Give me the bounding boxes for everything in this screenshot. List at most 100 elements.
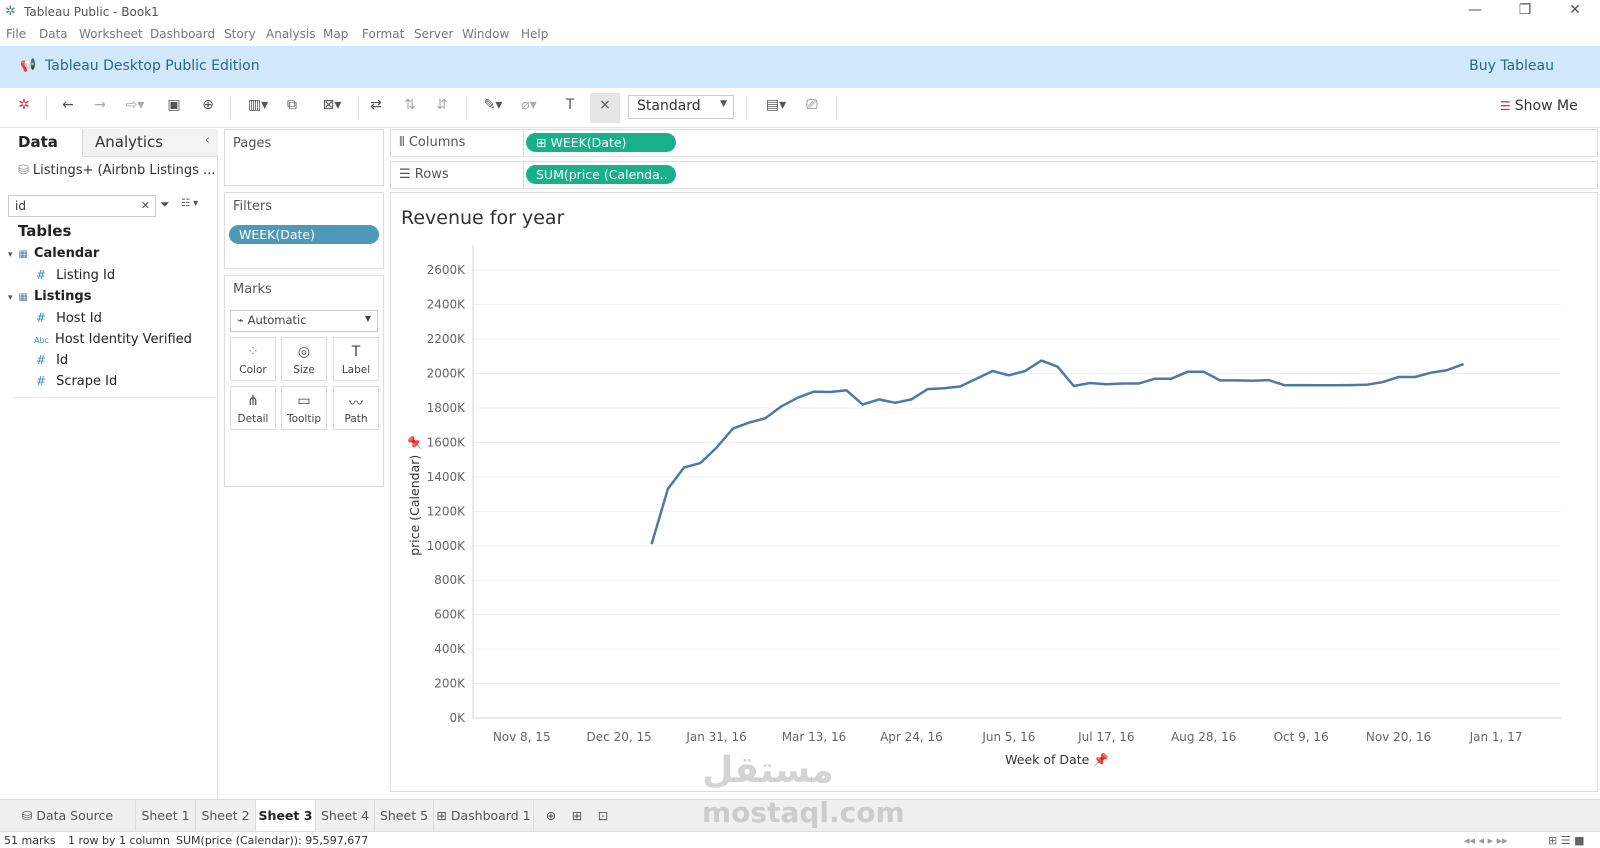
restore-icon[interactable]: ❐: [1510, 2, 1540, 22]
pages-shelf[interactable]: Pages: [224, 129, 384, 186]
highlight-icon[interactable]: ✎▾: [478, 97, 508, 119]
menu-analysis[interactable]: Analysis: [266, 27, 315, 41]
menu-worksheet[interactable]: Worksheet: [79, 27, 143, 41]
new-dashboard-tab-icon[interactable]: ⊞: [566, 800, 588, 831]
show-me-button[interactable]: ☰ Show Me: [1500, 98, 1578, 114]
menu-help[interactable]: Help: [521, 27, 548, 41]
worksheet-view[interactable]: Revenue for year 0K 200K 400K 600K 800K 1000K…: [390, 192, 1598, 792]
save-icon[interactable]: ▣: [164, 97, 184, 119]
tab-sheet-4[interactable]: Sheet 4: [316, 800, 375, 831]
fit-dropdown[interactable]: Standard ▼: [628, 95, 734, 119]
detail-label: Detail: [237, 413, 269, 425]
replay-icon[interactable]: ⇨▾: [122, 97, 148, 119]
tab-data-source[interactable]: ⛁ Data Source: [0, 800, 136, 831]
field-host-identity-verified[interactable]: Abc Host Identity Verified: [34, 332, 192, 347]
columns-pill-week-date[interactable]: ⊞ WEEK(Date): [526, 133, 676, 152]
tab-dashboard-1[interactable]: ⊞ Dashboard 1: [434, 800, 534, 831]
menu-story[interactable]: Story: [224, 27, 256, 41]
new-worksheet-tab-icon[interactable]: ⊕: [540, 800, 562, 831]
y-tick-label: 2600K: [427, 263, 467, 277]
field-scrape-id[interactable]: # Scrape Id: [36, 374, 117, 389]
clear-search-icon[interactable]: ✕: [141, 199, 150, 212]
columns-shelf[interactable]: ⦀ Columns ⊞ WEEK(Date): [390, 129, 1598, 157]
tableau-logo-icon[interactable]: ✲: [14, 97, 34, 119]
close-icon[interactable]: ✕: [1560, 2, 1590, 22]
table-calendar[interactable]: ▾ ▦ Calendar: [8, 246, 99, 261]
duplicate-sheet-icon[interactable]: ⧉: [282, 97, 302, 119]
data-point: [796, 396, 800, 400]
chevron-down-icon[interactable]: ▾: [8, 250, 13, 260]
tab-sheet-5[interactable]: Sheet 5: [375, 800, 434, 831]
field-listing-id[interactable]: # Listing Id: [36, 268, 115, 283]
filter-icon[interactable]: ⏷: [160, 197, 170, 212]
table-listings[interactable]: ▾ ▦ Listings: [8, 289, 91, 304]
datasource-item[interactable]: ⛁ Listings+ (Airbnb Listings ...: [18, 163, 215, 178]
menu-server[interactable]: Server: [414, 27, 453, 41]
tab-sheet-2[interactable]: Sheet 2: [196, 800, 256, 831]
rows-shelf[interactable]: ☰ Rows SUM(price (Calenda..: [390, 161, 1598, 189]
rows-pill-sum-price[interactable]: SUM(price (Calenda..: [526, 165, 676, 184]
minimize-icon[interactable]: —: [1460, 2, 1490, 22]
group-members-icon[interactable]: ⌀▾: [514, 97, 544, 119]
show-cards-icon[interactable]: ▤▾: [758, 97, 794, 119]
view-toggle-icons[interactable]: ⊞ ☰ ■: [1548, 834, 1584, 847]
tab-sheet-3[interactable]: Sheet 3: [256, 800, 316, 831]
y-tick-label: 1000K: [427, 539, 467, 553]
collapse-pane-icon[interactable]: ‹: [205, 133, 210, 148]
filter-pill-week-date[interactable]: WEEK(Date): [229, 225, 379, 244]
data-point: [909, 397, 913, 401]
field-host-id[interactable]: # Host Id: [36, 311, 102, 326]
size-label: Size: [293, 364, 315, 376]
menu-format[interactable]: Format: [362, 27, 404, 41]
field-id[interactable]: # Id: [36, 353, 68, 368]
path-button[interactable]: 〰 Path: [333, 386, 379, 430]
view-options-icon[interactable]: ☷ ▾: [181, 198, 198, 209]
data-point: [650, 542, 654, 546]
tab-data[interactable]: Data: [0, 129, 82, 157]
menu-data[interactable]: Data: [39, 27, 68, 41]
divider: [14, 397, 218, 398]
fix-axes-icon[interactable]: ⨯: [590, 93, 620, 123]
data-point: [1380, 380, 1384, 384]
menu-file[interactable]: File: [6, 27, 26, 41]
title-bar: ✲ Tableau Public - Book1 — ❐ ✕: [0, 0, 1600, 24]
data-point: [861, 403, 865, 407]
buy-tableau-link[interactable]: Buy Tableau: [1469, 58, 1554, 74]
size-button[interactable]: ◎ Size: [281, 337, 327, 381]
swap-rows-columns-icon[interactable]: ⇄: [366, 97, 386, 119]
tab-sheet-1[interactable]: Sheet 1: [136, 800, 196, 831]
chevron-down-icon[interactable]: ▾: [8, 293, 13, 303]
new-story-tab-icon[interactable]: ⊡: [592, 800, 614, 831]
new-worksheet-icon[interactable]: ▥▾: [240, 97, 276, 119]
tooltip-button[interactable]: ▭ Tooltip: [281, 386, 327, 430]
new-datasource-icon[interactable]: ⊕: [198, 97, 218, 119]
detail-button[interactable]: ⋔ Detail: [230, 386, 276, 430]
tab-analytics[interactable]: Analytics ‹: [82, 129, 218, 157]
menu-window[interactable]: Window: [462, 27, 509, 41]
label-button[interactable]: T Label: [333, 337, 379, 381]
sort-ascending-icon[interactable]: ⇅: [400, 97, 420, 119]
menu-dashboard[interactable]: Dashboard: [150, 27, 215, 41]
rows-icon: ☰: [399, 167, 415, 182]
mark-type-dropdown[interactable]: ⌁ Automatic ▼: [230, 310, 378, 332]
x-tick-label: Apr 24, 16: [880, 730, 943, 744]
sort-descending-icon[interactable]: ⇵: [432, 97, 452, 119]
sheet-nav-icons[interactable]: ◂◂ ◂ ▸ ▸▸: [1464, 834, 1508, 847]
presentation-mode-icon[interactable]: ⎚: [800, 97, 824, 119]
show-mark-labels-icon[interactable]: T: [560, 97, 580, 119]
line-mark-icon: ⌁: [237, 313, 248, 327]
menu-map[interactable]: Map: [323, 27, 348, 41]
tooltip-label: Tooltip: [286, 413, 322, 425]
undo-icon[interactable]: ←: [58, 97, 78, 119]
x-tick-label: Dec 20, 15: [587, 730, 652, 744]
line-chart[interactable]: 0K 200K 400K 600K 800K 1000K 1200K 1400K 1600K 18…: [391, 193, 1597, 791]
clear-sheet-icon[interactable]: ⊠▾: [314, 97, 350, 119]
fit-dropdown-value: Standard: [637, 98, 701, 114]
toolbar-separator: [358, 96, 359, 120]
field-search-input[interactable]: id ✕: [8, 195, 156, 217]
series-line: [650, 359, 1465, 545]
data-point: [1267, 378, 1271, 382]
color-button[interactable]: ⁘ Color: [230, 337, 276, 381]
filters-shelf[interactable]: Filters WEEK(Date): [224, 192, 384, 269]
redo-icon[interactable]: →: [90, 97, 110, 119]
